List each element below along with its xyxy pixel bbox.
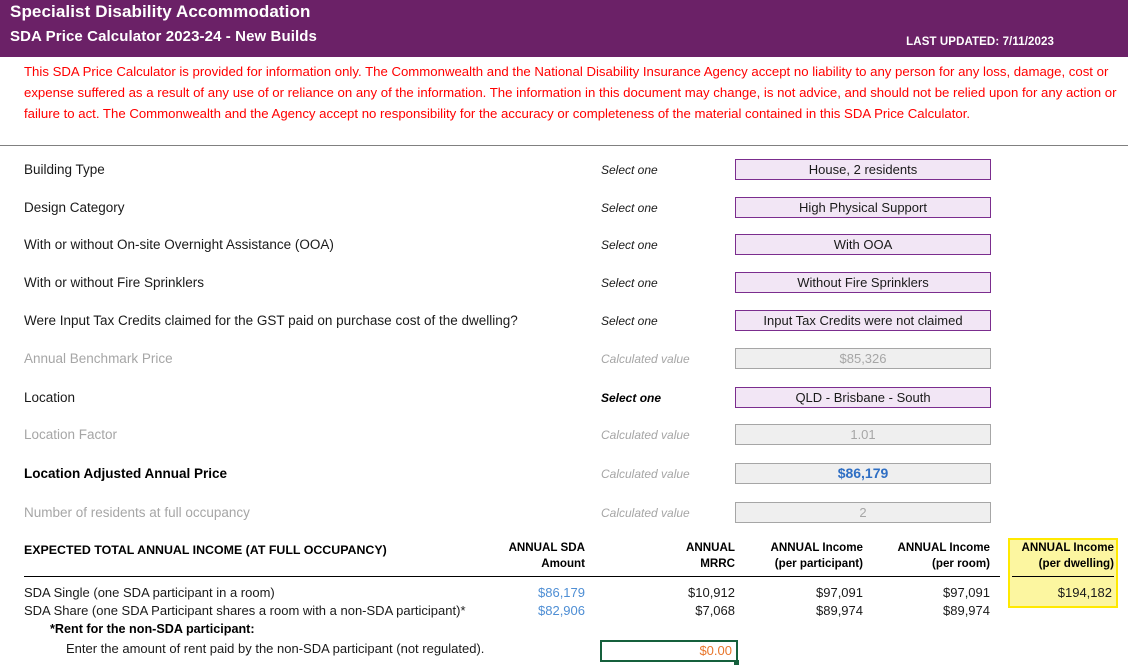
form-row-label: Annual Benchmark Price (24, 351, 173, 366)
dropdown-field[interactable]: With OOA (735, 234, 991, 255)
col-header-per-dwelling-line1: ANNUAL Income (1021, 541, 1114, 554)
form-row: Location Adjusted Annual Price Calculated… (0, 461, 1128, 487)
cell-sda-single-amount: $86,179 (538, 585, 585, 600)
form-row: Were Input Tax Credits claimed for the G… (0, 308, 1128, 334)
cell-sda-share-amount: $82,906 (538, 603, 585, 618)
form-row-hint: Select one (601, 238, 658, 252)
form-row: Location Factor Calculated value 1.01 (0, 422, 1128, 448)
cell-sda-share-per-room: $89,974 (943, 603, 990, 618)
form-row-label: Number of residents at full occupancy (24, 505, 250, 520)
cell-sda-share-per-participant: $89,974 (816, 603, 863, 618)
form-row-hint: Calculated value (601, 428, 690, 442)
last-updated-label: LAST UPDATED: (906, 36, 1000, 48)
disclaimer-text: This SDA Price Calculator is provided fo… (24, 64, 1117, 121)
page-title: Specialist Disability Accommodation (10, 2, 311, 21)
dropdown-field[interactable]: Without Fire Sprinklers (735, 272, 991, 293)
cell-sda-share-mrrc: $7,068 (695, 603, 735, 618)
form-row-label: Location Adjusted Annual Price (24, 466, 228, 481)
table-header-rule-left (24, 576, 1000, 577)
form-row: Number of residents at full occupancy Cal… (0, 500, 1128, 526)
rent-heading: *Rent for the non-SDA participant: (50, 622, 255, 636)
form-row-hint: Select one (601, 163, 658, 177)
cell-sda-single-per-participant: $97,091 (816, 585, 863, 600)
form-row: Location Select one QLD - Brisbane - South (0, 385, 1128, 411)
page-subtitle: SDA Price Calculator 2023-24 - New Build… (10, 28, 317, 45)
section-divider (0, 145, 1128, 146)
col-header-per-room-line2: (per room) (932, 556, 990, 570)
form-row-label: With or without On-site Overnight Assist… (24, 237, 334, 252)
form-row: Annual Benchmark Price Calculated value $8… (0, 346, 1128, 372)
form-row-hint: Select one (601, 391, 662, 405)
dropdown-field[interactable]: House, 2 residents (735, 159, 991, 180)
row-label-sda-share: SDA Share (one SDA Participant shares a … (24, 603, 466, 618)
cell-sda-single-per-room: $97,091 (943, 585, 990, 600)
form-row: With or without On-site Overnight Assist… (0, 232, 1128, 258)
row-label-sda-single: SDA Single (one SDA participant in a roo… (24, 585, 275, 600)
col-header-per-dwelling-line2: (per dwelling) (1038, 556, 1114, 570)
form-row-label: Location (24, 390, 76, 405)
form-row-hint: Calculated value (601, 467, 690, 481)
rent-instruction: Enter the amount of rent paid by the non… (66, 641, 485, 656)
form-row: Building Type Select one House, 2 resident… (0, 157, 1128, 183)
col-header-mrrc-line2: MRRC (700, 556, 735, 570)
form-row-label: Location Factor (24, 427, 118, 442)
app-header: Specialist Disability Accommodation SDA … (0, 0, 1128, 57)
dropdown-field[interactable]: High Physical Support (735, 197, 991, 218)
form-row-label: Building Type (24, 162, 105, 177)
calculated-field: $86,179 (735, 463, 991, 484)
form-row-hint: Select one (601, 314, 658, 328)
col-header-per-participant-line1: ANNUAL Income (770, 541, 863, 554)
dropdown-field[interactable]: QLD - Brisbane - South (735, 387, 991, 408)
col-header-mrrc-line1: ANNUAL (686, 541, 735, 554)
cell-fill-handle[interactable] (734, 660, 739, 665)
last-updated: LAST UPDATED: 7/11/2023 (906, 36, 1054, 48)
col-header-sda-amount-line1: ANNUAL SDA (508, 541, 585, 554)
col-header-sda-amount-line2: Amount (541, 556, 585, 570)
table-header-rule-right (1012, 576, 1114, 577)
col-header-per-room-line1: ANNUAL Income (897, 541, 990, 554)
calculated-field: $85,326 (735, 348, 991, 369)
form-row: Design Category Select one High Physical S… (0, 195, 1128, 221)
form-row-hint: Calculated value (601, 352, 690, 366)
cell-sda-single-mrrc: $10,912 (688, 585, 735, 600)
last-updated-value: 7/11/2023 (1002, 36, 1054, 48)
col-header-per-participant-line2: (per participant) (774, 556, 863, 570)
income-table-title: EXPECTED TOTAL ANNUAL INCOME (AT FULL OC… (24, 543, 387, 557)
form-row: With or without Fire Sprinklers Select on… (0, 270, 1128, 296)
form-row-hint: Select one (601, 276, 658, 290)
cell-sda-single-per-dwelling: $194,182 (1057, 585, 1112, 600)
dropdown-field[interactable]: Input Tax Credits were not claimed (735, 310, 991, 331)
calculated-field: 1.01 (735, 424, 991, 445)
non-sda-rent-input[interactable]: $0.00 (600, 640, 738, 662)
form-row-label: Design Category (24, 200, 125, 215)
form-row-label: Were Input Tax Credits claimed for the G… (24, 313, 518, 328)
form-row-hint: Calculated value (601, 506, 690, 520)
calculated-field: 2 (735, 502, 991, 523)
form-row-label: With or without Fire Sprinklers (24, 275, 205, 290)
form-row-hint: Select one (601, 201, 658, 215)
sda-price-calculator-page: Specialist Disability Accommodation SDA … (0, 0, 1128, 668)
